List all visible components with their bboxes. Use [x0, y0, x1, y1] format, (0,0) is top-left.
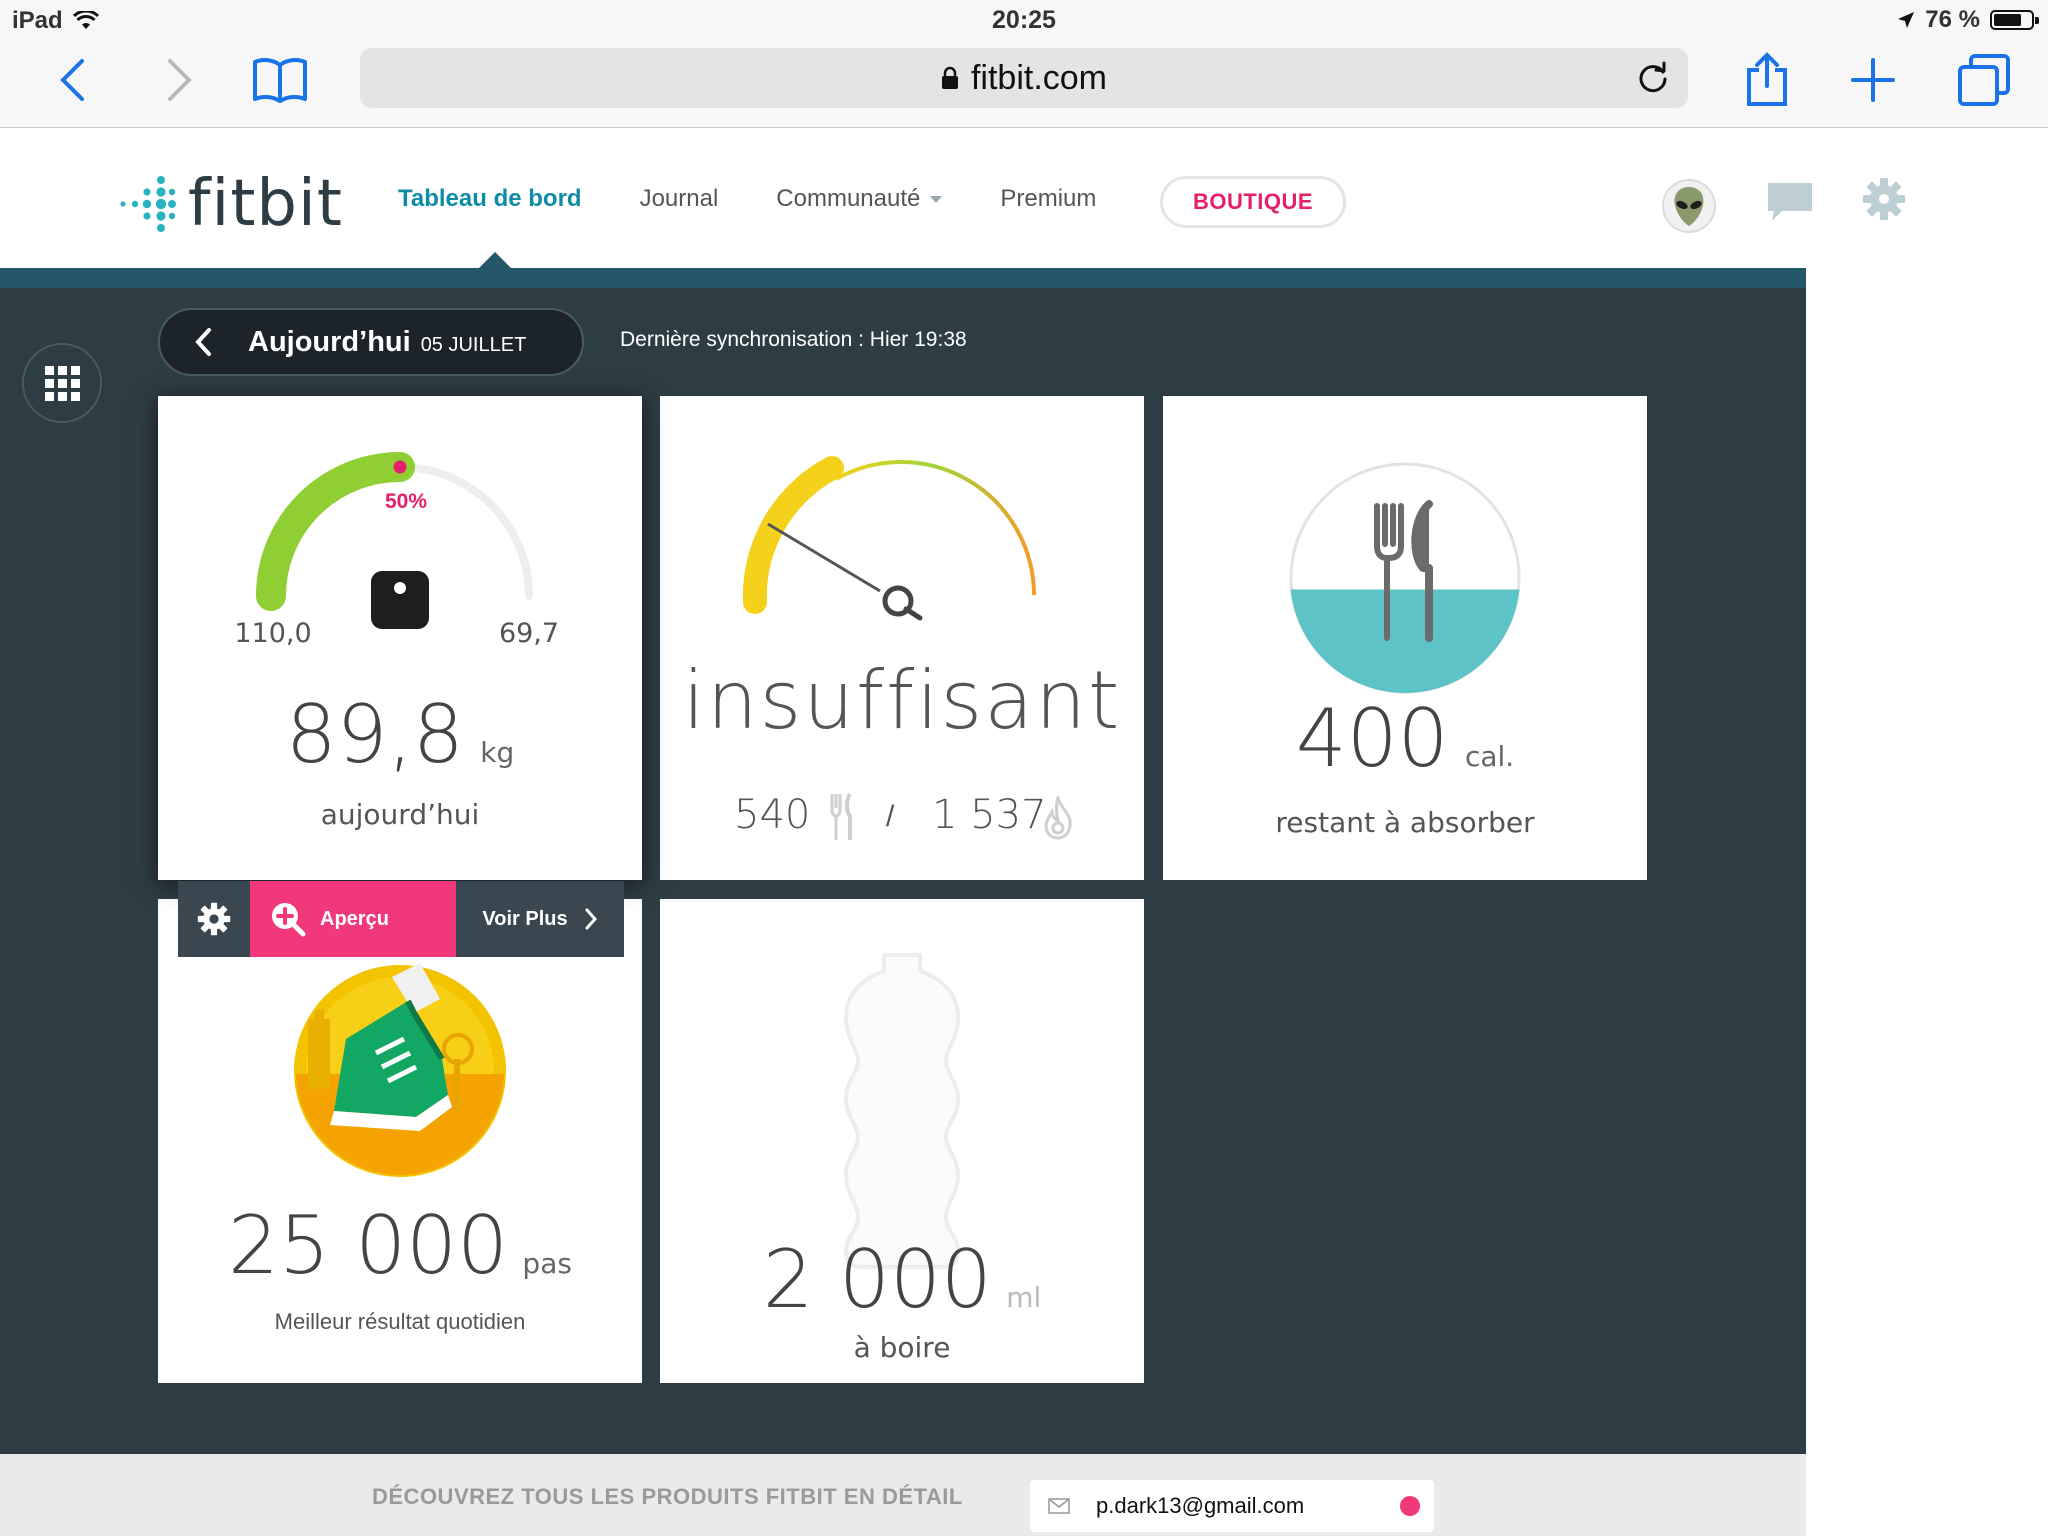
active-nav-pointer	[478, 252, 512, 269]
weight-tile[interactable]: 50% 110,0 69,7 89,8 kg aujourd’hui	[158, 396, 642, 880]
preview-label: Aperçu	[320, 907, 389, 930]
fitbit-logo[interactable]: fitbit	[118, 167, 343, 241]
messages-button[interactable]	[1766, 181, 1814, 228]
water-caption: à boire	[853, 1331, 951, 1364]
energy-status: insuffisant	[682, 654, 1122, 747]
url-text: fitbit.com	[970, 58, 1108, 97]
weight-progress-marker	[393, 460, 407, 474]
energy-separator: /	[886, 800, 895, 833]
weight-start: 110,0	[234, 618, 312, 649]
share-icon	[1747, 52, 1787, 106]
shop-button[interactable]: BOUTIQUE	[1160, 176, 1346, 228]
steps-value: 25 000	[228, 1199, 508, 1292]
steps-caption: Meilleur résultat quotidien	[274, 1309, 526, 1334]
steps-tile[interactable]: 25 000 pas Meilleur résultat quotidien	[158, 899, 642, 1383]
calories-value: 400	[1295, 692, 1449, 785]
gear-icon	[1863, 178, 1905, 220]
energy-needle	[767, 522, 881, 593]
browser-toolbar: fitbit.com	[0, 40, 2048, 128]
share-button[interactable]	[1742, 50, 1792, 110]
see-more-label: Voir Plus	[482, 907, 568, 930]
preview-button[interactable]: Aperçu	[250, 881, 456, 957]
chevron-left-icon[interactable]	[194, 327, 212, 357]
steps-unit: pas	[522, 1247, 572, 1280]
logo-wordmark: fitbit	[188, 167, 343, 241]
battery-level	[1994, 14, 2022, 26]
date-label: 05 JUILLET	[420, 333, 527, 356]
chevron-left-icon	[60, 59, 84, 101]
footer-banner: DÉCOUVREZ TOUS LES PRODUITS FITBIT EN DÉ…	[0, 1454, 1806, 1536]
lock-icon	[941, 66, 958, 89]
nav-premium[interactable]: Premium	[1000, 185, 1096, 213]
flame-icon	[1044, 796, 1072, 840]
sync-status: Dernière synchronisation : Hier 19:38	[620, 328, 967, 351]
plus-icon	[1851, 58, 1895, 102]
dashboard: Aujourd’hui 05 JUILLET Dernière synchron…	[0, 288, 1806, 1454]
envelope-icon	[1048, 1498, 1070, 1514]
site-header: fitbit Tableau de bord Journal Communaut…	[0, 129, 2048, 269]
water-tile[interactable]: 2 000 ml à boire	[660, 899, 1144, 1383]
header-divider	[0, 268, 1806, 288]
energy-level-arc	[742, 456, 844, 614]
battery-percent: 76 %	[1925, 6, 1980, 33]
caret-down-icon	[930, 196, 943, 204]
tile-hover-toolbar: Aperçu Voir Plus	[178, 881, 624, 957]
footer-cta[interactable]: DÉCOUVREZ TOUS LES PRODUITS FITBIT EN DÉ…	[372, 1484, 963, 1510]
alien-avatar-icon	[1662, 179, 1716, 233]
profile-avatar[interactable]	[1662, 179, 1716, 238]
reload-icon[interactable]	[1636, 60, 1670, 94]
weight-unit: kg	[480, 736, 515, 769]
date-selector[interactable]: Aujourd’hui 05 JUILLET	[158, 308, 584, 376]
tabs-icon	[1958, 54, 2010, 106]
scale-icon	[371, 571, 429, 629]
nav-journal[interactable]: Journal	[640, 185, 719, 213]
energy-burned: 1 537	[932, 792, 1047, 838]
email-value: p.dark13@gmail.com	[1096, 1493, 1305, 1518]
weight-caption: aujourd’hui	[320, 798, 480, 831]
fitbit-dots-icon	[120, 176, 176, 232]
clock: 20:25	[992, 6, 1056, 34]
energy-intake: 540	[734, 792, 811, 838]
tile-settings-button[interactable]	[178, 881, 250, 957]
calories-tile[interactable]: 400 cal. restant à absorber	[1163, 396, 1647, 880]
energy-balance-tile[interactable]: insuffisant 540 / 1 537	[660, 396, 1144, 880]
submit-icon[interactable]	[1400, 1496, 1420, 1516]
nav-dashboard[interactable]: Tableau de bord	[398, 185, 582, 213]
tabs-button[interactable]	[1956, 50, 2012, 110]
weight-progress-label: 50%	[384, 490, 428, 513]
water-value: 2 000	[762, 1233, 992, 1326]
food-fill-level	[1290, 589, 1520, 693]
zoom-in-icon	[272, 903, 306, 937]
main-nav: Tableau de bord Journal Communauté Premi…	[398, 185, 1154, 213]
bookmarks-button[interactable]	[250, 50, 310, 110]
settings-button[interactable]	[1862, 177, 1906, 226]
address-bar[interactable]: fitbit.com	[360, 48, 1688, 108]
grid-icon	[44, 365, 80, 401]
weight-goal: 69,7	[498, 618, 560, 649]
gear-icon	[197, 902, 231, 936]
weight-value: 89,8	[285, 688, 464, 781]
chevron-right-icon	[585, 908, 597, 930]
status-bar: iPad 20:25 76 %	[0, 0, 2048, 40]
book-icon	[253, 58, 307, 103]
fork-knife-icon	[830, 792, 852, 840]
forward-button[interactable]	[160, 50, 200, 110]
day-label: Aujourd’hui	[248, 325, 411, 358]
battery-icon	[1990, 10, 2039, 30]
calories-unit: cal.	[1464, 740, 1515, 773]
new-tab-button[interactable]	[1848, 50, 1898, 110]
nav-community-label: Communauté	[776, 185, 921, 212]
location-arrow-icon	[1898, 12, 1915, 28]
see-more-button[interactable]: Voir Plus	[456, 881, 624, 957]
calories-caption: restant à absorber	[1275, 806, 1535, 839]
water-unit: ml	[1006, 1281, 1042, 1314]
back-button[interactable]	[52, 50, 92, 110]
chevron-right-icon	[168, 59, 192, 101]
tiles-menu-button[interactable]	[22, 343, 102, 423]
newsletter-email-field[interactable]: p.dark13@gmail.com	[1030, 1480, 1434, 1532]
nav-community[interactable]: Communauté	[776, 185, 943, 213]
chat-bubble-icon	[1768, 183, 1812, 221]
